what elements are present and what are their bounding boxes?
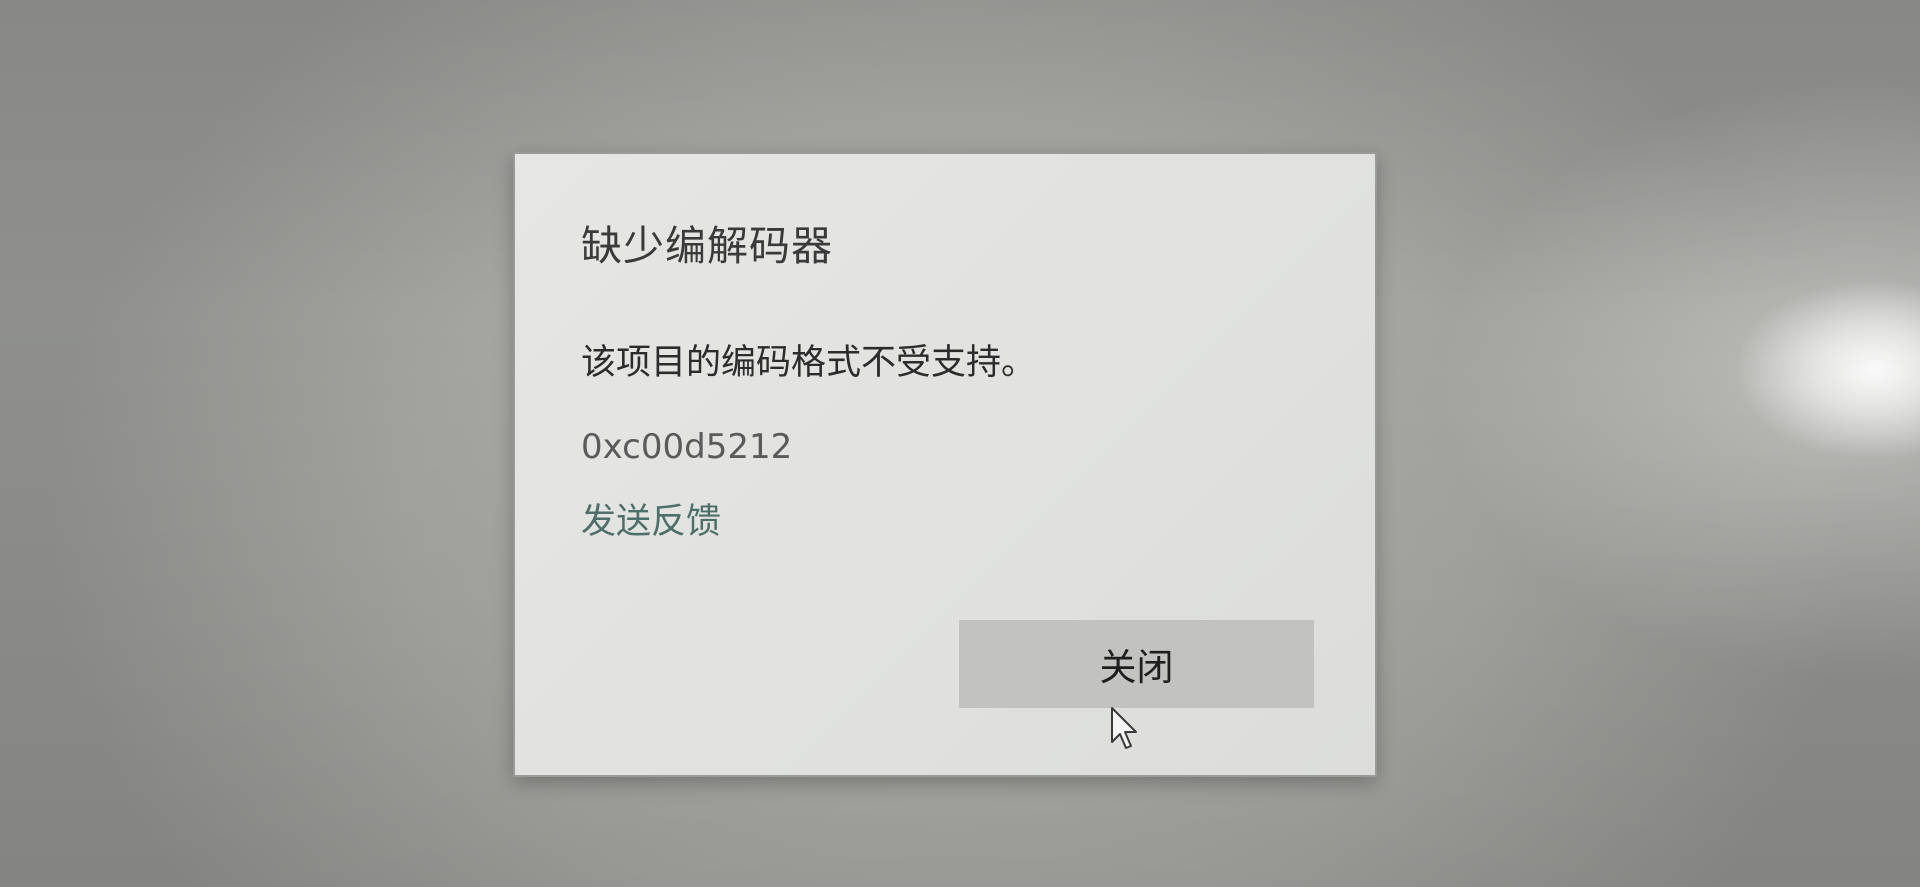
send-feedback-link[interactable]: 发送反馈 — [581, 493, 721, 544]
close-button[interactable]: 关闭 — [959, 620, 1314, 708]
dialog-message: 该项目的编码格式不受支持。 — [581, 343, 1037, 383]
error-code: 0xc00d5212 — [581, 427, 793, 467]
missing-codec-dialog: 缺少编解码器 该项目的编码格式不受支持。 0xc00d5212 发送反馈 关闭 — [513, 152, 1377, 777]
dialog-title: 缺少编解码器 — [581, 222, 833, 270]
mouse-pointer-icon — [1111, 707, 1137, 749]
